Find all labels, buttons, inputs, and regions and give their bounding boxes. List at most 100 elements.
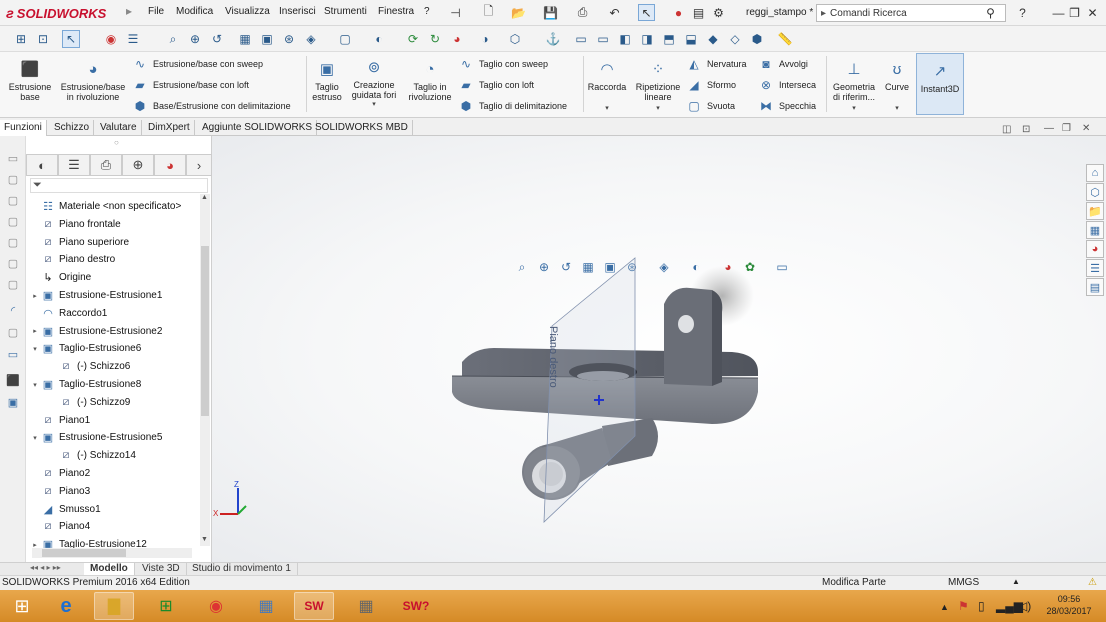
image-viewer-icon[interactable]: ▦ (246, 592, 286, 620)
isometric-view-icon[interactable]: ◆ (704, 30, 722, 48)
swept-boss-button[interactable]: ∿ Estrusione/base con sweep (132, 56, 302, 72)
cube-view-icon[interactable]: ⬡ (506, 30, 524, 48)
print-icon[interactable]: ⎙ (574, 4, 591, 21)
tray-device-icon[interactable]: ▯ (978, 599, 985, 613)
sketch-icon[interactable]: ⊞ (12, 30, 30, 48)
tree-item[interactable]: ▸ ▣ Estrusione-Estrusione2 (26, 323, 198, 340)
front-view-icon[interactable]: ▭ (572, 30, 590, 48)
file-properties-icon[interactable]: ▤ (690, 4, 707, 21)
boundary-cut-button[interactable]: ⬢ Taglio di delimitazione (458, 98, 580, 114)
tree-item[interactable]: ⧄ Piano4 (26, 518, 198, 535)
render-icon[interactable]: ◕ (448, 30, 466, 48)
doc-close-icon[interactable]: ✕ (1082, 123, 1090, 134)
pin-icon[interactable]: ⊣ (447, 4, 464, 21)
home-icon[interactable]: ⌂ (1086, 164, 1104, 182)
section-view-icon[interactable]: ▦ (236, 30, 254, 48)
display-style-icon[interactable]: ◈ (302, 30, 320, 48)
tree-item[interactable]: ⧄ Piano3 (26, 483, 198, 500)
tree-item[interactable]: ⧄ (-) Schizzo9 (26, 394, 198, 411)
chrome-icon[interactable]: ◉ (196, 592, 236, 620)
tray-volume-icon[interactable]: ◁) (1018, 599, 1031, 613)
notifications-icon[interactable]: ⚠ (1088, 577, 1097, 588)
intersect-button[interactable]: ⊗ Interseca (758, 77, 820, 93)
box-tool-icon[interactable]: ▢ (5, 234, 21, 250)
search-icon[interactable]: ⚲ (982, 4, 999, 21)
restore-icon[interactable]: ❐ (1066, 4, 1083, 21)
tree-expand-icon[interactable]: ▾ (30, 381, 40, 389)
select-arrow-icon[interactable]: ↖ (638, 4, 655, 21)
options-gear-icon[interactable]: ⚙ (710, 4, 727, 21)
more-tabs-icon[interactable]: › (186, 154, 212, 176)
tab-funzioni[interactable]: Funzioni (0, 120, 47, 136)
tab-valutare[interactable]: Valutare (96, 120, 142, 136)
trimetric-view-icon[interactable]: ◇ (726, 30, 744, 48)
tree-item[interactable]: ◠ Raccordo1 (26, 305, 198, 322)
display-manager-icon[interactable]: ☰ (124, 30, 142, 48)
solidworks-2016-icon[interactable]: SW (294, 592, 334, 620)
menu-help[interactable]: ? (424, 6, 430, 17)
scene-icon[interactable]: ⟳ (404, 30, 422, 48)
units-text[interactable]: MMGS (948, 577, 979, 588)
box-tool-icon[interactable]: ▢ (5, 255, 21, 271)
wrap-button[interactable]: ◙ Avvolgi (758, 56, 820, 72)
fillet-button[interactable]: ◠ Raccorda ▾ (585, 60, 629, 114)
splitter-dot[interactable]: ○ (114, 138, 119, 147)
filter-bar[interactable]: ⏷ (30, 178, 208, 193)
configuration-manager-tab-icon[interactable]: ⎙ (90, 154, 122, 176)
linear-pattern-button[interactable]: ⁘ Ripetizione lineare ▾ (632, 60, 684, 114)
logo-menu-arrow[interactable]: ▸ (126, 4, 133, 22)
extruded-cut-button[interactable]: ▣ Taglio estruso (308, 60, 346, 102)
revolved-cut-button[interactable]: ◔ Taglio in rivoluzione (404, 60, 456, 102)
anchor-icon[interactable]: ⚓ (544, 30, 562, 48)
zoom-area-icon[interactable]: ⊕ (186, 30, 204, 48)
view-settings-icon[interactable]: ◑ (476, 30, 494, 48)
doc-restore-icon[interactable]: ❐ (1062, 123, 1071, 134)
design-library-icon[interactable]: ⬡ (1086, 183, 1104, 201)
tab-schizzo[interactable]: Schizzo (50, 120, 95, 136)
forum-icon[interactable]: ▤ (1086, 278, 1104, 296)
undo-icon[interactable]: ↶ (606, 4, 623, 21)
extrude-tool-icon[interactable]: ⬛ (5, 372, 21, 388)
tray-expand-icon[interactable]: ▲ (940, 602, 949, 612)
dimxpert-manager-tab-icon[interactable]: ⊕ (122, 154, 154, 176)
tree-item[interactable]: ⧄ Piano1 (26, 412, 198, 429)
left-view-icon[interactable]: ◧ (616, 30, 634, 48)
mirror-button[interactable]: ⧓ Specchia (758, 98, 820, 114)
rebuild-icon[interactable]: ● (670, 4, 687, 21)
tree-item[interactable]: ↳ Origine (26, 269, 198, 286)
sketch-tool-icon[interactable]: ▭ (5, 150, 21, 166)
custom-properties-icon[interactable]: ☰ (1086, 259, 1104, 277)
right-plane-preview[interactable] (543, 257, 636, 523)
tree-item[interactable]: ▸ ▣ Estrusione-Estrusione1 (26, 287, 198, 304)
box-tool-icon[interactable]: ▢ (5, 324, 21, 340)
previous-view-icon[interactable]: ↺ (208, 30, 226, 48)
model-3d[interactable]: Piano destro Z X (212, 136, 1106, 562)
file-explorer-taskbar-icon[interactable]: ▇ (94, 592, 134, 620)
graphics-viewport[interactable]: ⌕ ⊕ ↺ ▦ ▣ ⊛ ◈ ◐ ◕ ✿ ▭ ◫ (212, 136, 1106, 562)
view-palette-icon[interactable]: ▦ (1086, 221, 1104, 239)
dimetric-view-icon[interactable]: ⬢ (748, 30, 766, 48)
tree-item[interactable]: ▾ ▣ Taglio-Estrusione8 (26, 376, 198, 393)
tree-item[interactable]: ▾ ▣ Estrusione-Estrusione5 (26, 429, 198, 446)
lofted-cut-button[interactable]: ▰ Taglio con loft (458, 77, 580, 93)
menu-inserisci[interactable]: Inserisci (279, 6, 316, 17)
taskbar-clock[interactable]: 09:56 28/03/2017 (1038, 593, 1100, 617)
tree-item[interactable]: ⧄ Piano destro (26, 251, 198, 268)
help-icon[interactable]: ? (1014, 4, 1031, 21)
appearance-icon[interactable]: ◉ (102, 30, 120, 48)
box-tool-icon[interactable]: ▢ (5, 276, 21, 292)
tree-expand-icon[interactable]: ▾ (30, 345, 40, 353)
tile-view-icon[interactable]: ⊡ (1022, 124, 1030, 135)
start-icon[interactable]: ⊞ (2, 592, 42, 620)
arc-tool-icon[interactable]: ◜ (5, 302, 21, 318)
swept-cut-button[interactable]: ∿ Taglio con sweep (458, 56, 580, 72)
reference-geometry-button[interactable]: ⊥ Geometria di riferim... ▾ (830, 60, 878, 114)
screen-tool-icon[interactable]: ▭ (5, 346, 21, 362)
tree-scrollbar-thumb[interactable] (201, 246, 209, 416)
minimize-icon[interactable]: — (1050, 4, 1067, 21)
doc-minimize-icon[interactable]: — (1044, 123, 1054, 134)
cut-tool-icon[interactable]: ▣ (5, 394, 21, 410)
tab-dimxpert[interactable]: DimXpert (144, 120, 195, 136)
tab-aggiunte[interactable]: Aggiunte SOLIDWORKS (198, 120, 318, 136)
zoom-fit-icon[interactable]: ⌕ (164, 30, 182, 48)
